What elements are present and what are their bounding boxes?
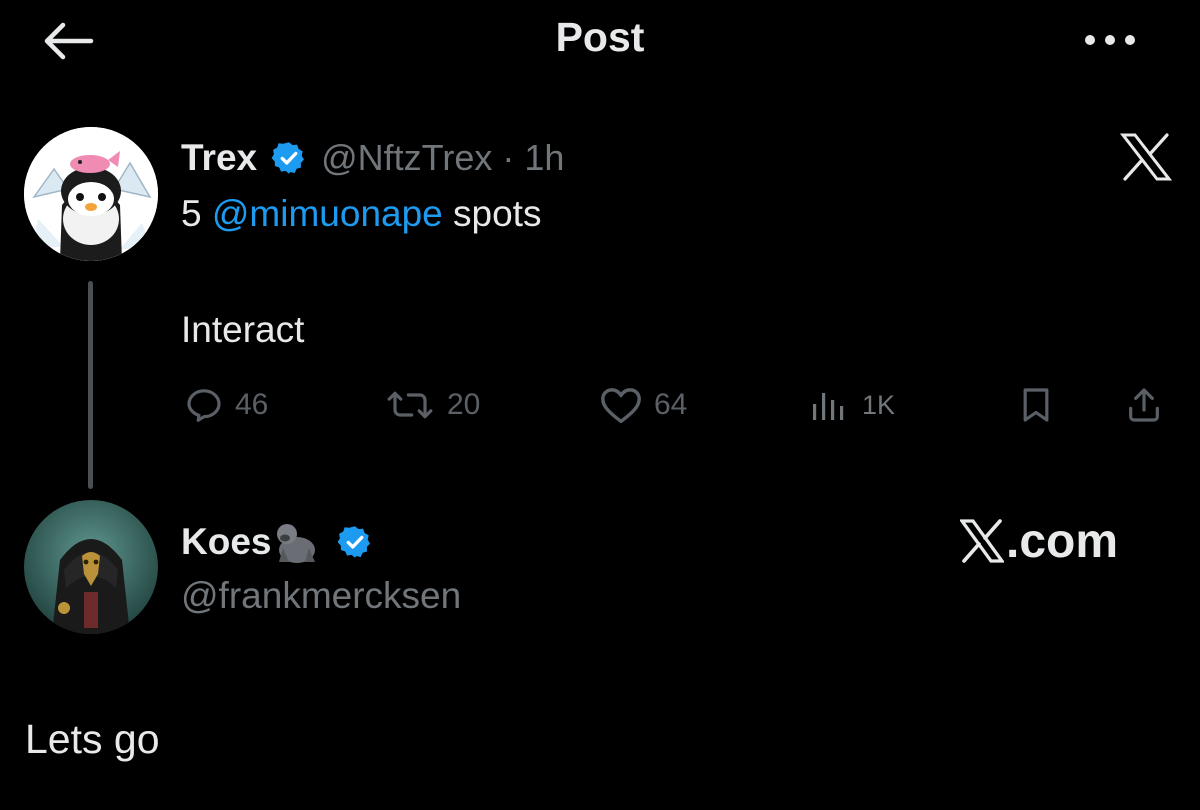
x-logo-icon [960,519,1004,563]
x-com-text: .com [1006,514,1119,568]
views-button[interactable]: 1K [810,380,895,430]
views-count: 1K [862,389,896,420]
reply-icon [187,389,221,422]
more-horizontal-icon [1085,35,1135,45]
gorilla-icon [277,524,316,563]
reply-button[interactable]: 46 [183,380,268,430]
like-button[interactable]: 64 [598,380,687,430]
mention-link[interactable]: @mimuonape [212,193,443,234]
post-text-count: 5 [181,193,202,234]
bookmark-icon [1023,388,1049,422]
avatar[interactable] [24,500,158,634]
verified-badge-icon [271,140,307,176]
post-header: Trex @NftzTrex · 1h [181,133,564,183]
reply-author-name[interactable]: Koes [181,521,271,563]
repost-count: 20 [447,388,481,421]
penguin-avatar-image [24,127,158,261]
views-icon [813,393,844,420]
share-button[interactable] [1122,380,1166,430]
reply-count: 46 [235,388,269,421]
bookmark-button[interactable] [1016,380,1056,430]
x-com-brand: .com [960,513,1118,569]
post-text: 5 @mimuonape spots [181,193,541,235]
x-logo-icon [1119,133,1173,181]
like-count: 64 [654,388,688,421]
repost-button[interactable]: 20 [383,380,480,430]
reply-author-handle[interactable]: @frankmercksen [181,575,461,617]
repost-icon [387,391,433,419]
author-name[interactable]: Trex [181,137,257,179]
post-timestamp[interactable]: · 1h [492,137,564,179]
more-options-button[interactable] [1078,18,1142,62]
post-text-suffix: spots [453,193,542,234]
share-icon [1129,388,1159,422]
post-text-line2: Interact [181,309,305,350]
thread-connector-line [88,281,93,489]
avatar[interactable] [24,127,158,261]
reply-text: Lets go [25,716,160,762]
verified-badge-icon [337,524,373,560]
heart-icon [601,388,641,424]
page-title: Post [555,14,645,60]
author-handle[interactable]: @NftzTrex [321,137,492,179]
hooded-figure-avatar-image [24,500,158,634]
reply-author-header: Koes [181,515,373,569]
